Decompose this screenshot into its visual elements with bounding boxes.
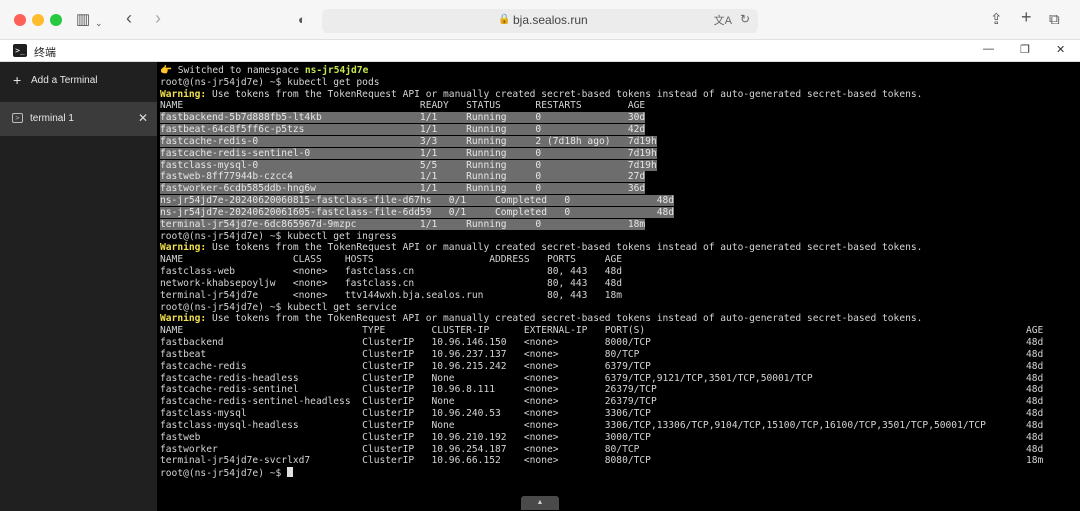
table-row: fastcache-redis-sentinel-0 1/1 Running 0… bbox=[160, 147, 657, 159]
table-row: network-khabsepoyljw <none> fastclass.cn… bbox=[160, 277, 623, 289]
close-icon[interactable]: ✕ bbox=[1056, 43, 1065, 56]
lock-icon: 🔒 bbox=[498, 14, 511, 25]
table-row: fastclass-web <none> fastclass.cn 80, 44… bbox=[160, 266, 623, 278]
prompt: root@(ns-jr54jd7e) ~$ bbox=[160, 301, 288, 313]
table-row: terminal-jr54jd7e-6dc865967d-9mzpc 1/1 R… bbox=[160, 218, 646, 230]
table-row: fastbeat ClusterIP 10.96.237.137 <none> … bbox=[160, 348, 1044, 360]
command: kubectl get pods bbox=[287, 76, 380, 88]
scroll-up-handle[interactable]: ▲ bbox=[521, 496, 559, 510]
table-row: fastbackend ClusterIP 10.96.146.150 <non… bbox=[160, 337, 1044, 349]
command: kubectl get service bbox=[287, 301, 397, 313]
command: kubectl get ingress bbox=[287, 230, 397, 242]
prompt: root@(ns-jr54jd7e) ~$ bbox=[160, 468, 288, 480]
table-row: fastworker-6cdb585ddb-hng6w 1/1 Running … bbox=[160, 183, 646, 195]
sidebar-item-label: terminal 1 bbox=[30, 113, 74, 124]
table-row: ns-jr54jd7e-20240620060815-fastclass-fil… bbox=[160, 195, 675, 207]
close-window-button[interactable] bbox=[14, 14, 26, 26]
table-row: fastcache-redis-headless ClusterIP None … bbox=[160, 372, 1044, 384]
reload-icon[interactable]: ↻ bbox=[740, 12, 750, 26]
prompt: root@(ns-jr54jd7e) ~$ bbox=[160, 230, 288, 242]
table-row: fastworker ClusterIP 10.96.254.187 <none… bbox=[160, 443, 1044, 455]
address-bar[interactable]: 🔒 bja.sealos.run 文A ↻ bbox=[322, 9, 758, 33]
table-row: fastclass-mysql-0 5/5 Running 0 7d19h bbox=[160, 159, 657, 171]
table-row: terminal-jr54jd7e-svcrlxd7 ClusterIP 10.… bbox=[160, 455, 1044, 467]
namespace-name: ns-jr54jd7e bbox=[304, 65, 369, 76]
sidebar-item-terminal-1[interactable]: > terminal 1 ✕ bbox=[0, 102, 157, 136]
terminal-line: root@(ns-jr54jd7e) ~$ bbox=[160, 467, 1078, 479]
table-row: fastcache-redis ClusterIP 10.96.215.242 … bbox=[160, 360, 1044, 372]
table-row: fastweb-8ff77944b-czcc4 1/1 Running 0 27… bbox=[160, 171, 646, 183]
table-row: fastclass-mysql-headless ClusterIP None … bbox=[160, 419, 1044, 431]
back-icon[interactable]: ‹ bbox=[126, 8, 132, 28]
table-row: fastweb ClusterIP 10.96.210.192 <none> 3… bbox=[160, 431, 1044, 443]
terminal-app-icon: >_ bbox=[13, 44, 27, 57]
prompt: root@(ns-jr54jd7e) ~$ bbox=[160, 76, 288, 88]
minimize-icon[interactable]: — bbox=[983, 43, 994, 55]
table-header: NAME CLASS HOSTS ADDRESS PORTS AGE bbox=[160, 254, 623, 266]
forward-icon[interactable]: › bbox=[155, 8, 161, 28]
table-row: fastbackend-5b7d888fb5-lt4kb 1/1 Running… bbox=[160, 112, 646, 124]
app-title-bar: >_ 终端 — ❐ ✕ bbox=[0, 40, 1080, 62]
share-icon[interactable]: ⇪ bbox=[990, 10, 1003, 30]
table-row: fastcache-redis-sentinel-headless Cluste… bbox=[160, 396, 1044, 408]
cursor bbox=[287, 467, 294, 478]
sidebar-icon[interactable]: ▥ bbox=[76, 10, 90, 30]
restore-icon[interactable]: ❐ bbox=[1020, 43, 1030, 56]
plus-icon: + bbox=[13, 72, 22, 88]
terminal-line: root@(ns-jr54jd7e) ~$ kubectl get servic… bbox=[160, 302, 1078, 314]
url-text: bja.sealos.run bbox=[513, 13, 588, 27]
terminal-icon: > bbox=[12, 113, 23, 123]
shield-icon[interactable]: ◐ bbox=[298, 10, 306, 30]
table-row: fastbeat-64c8f5ff6c-p5tzs 1/1 Running 0 … bbox=[160, 124, 646, 136]
chevron-down-icon[interactable]: ⌄ bbox=[95, 13, 103, 33]
app-title: 终端 bbox=[34, 47, 56, 59]
table-row: fastcache-redis-sentinel ClusterIP 10.96… bbox=[160, 384, 1044, 396]
table-row: ns-jr54jd7e-20240620061605-fastclass-fil… bbox=[160, 206, 675, 218]
translate-icon[interactable]: 文A bbox=[714, 12, 732, 28]
table-row: fastcache-redis-0 3/3 Running 2 (7d18h a… bbox=[160, 135, 657, 147]
terminal-line: root@(ns-jr54jd7e) ~$ kubectl get pods bbox=[160, 77, 1078, 89]
close-terminal-icon[interactable]: ✕ bbox=[138, 111, 148, 125]
terminal-line: 👉 Switched to namespace ns-jr54jd7e bbox=[160, 65, 369, 76]
terminal-line: root@(ns-jr54jd7e) ~$ kubectl get ingres… bbox=[160, 231, 1078, 243]
pointing-hand-icon: 👉 bbox=[160, 65, 172, 76]
terminal-output[interactable]: 👉 Switched to namespace ns-jr54jd7e root… bbox=[157, 62, 1080, 511]
table-row: fastclass-mysql ClusterIP 10.96.240.53 <… bbox=[160, 408, 1044, 420]
table-row: terminal-jr54jd7e <none> ttv144wxh.bja.s… bbox=[160, 289, 623, 301]
table-header: NAME READY STATUS RESTARTS AGE bbox=[160, 100, 646, 112]
minimize-window-button[interactable] bbox=[32, 14, 44, 26]
warning-line: Warning: Use tokens from the TokenReques… bbox=[160, 313, 923, 325]
warning-line: Warning: Use tokens from the TokenReques… bbox=[160, 242, 923, 254]
new-tab-icon[interactable]: + bbox=[1021, 7, 1032, 27]
tabs-icon[interactable]: ⧉ bbox=[1049, 10, 1060, 30]
warning-line: Warning: Use tokens from the TokenReques… bbox=[160, 88, 923, 100]
zoom-window-button[interactable] bbox=[50, 14, 62, 26]
terminal-sidebar: + Add a Terminal > terminal 1 ✕ bbox=[0, 62, 157, 511]
add-terminal-label: Add a Terminal bbox=[31, 75, 98, 86]
browser-toolbar: ▥ ⌄ ‹ › ◐ 🔒 bja.sealos.run 文A ↻ ⇪ + ⧉ bbox=[0, 0, 1080, 40]
table-header: NAME TYPE CLUSTER-IP EXTERNAL-IP PORT(S)… bbox=[160, 325, 1044, 337]
add-terminal-button[interactable]: + Add a Terminal bbox=[0, 70, 157, 94]
